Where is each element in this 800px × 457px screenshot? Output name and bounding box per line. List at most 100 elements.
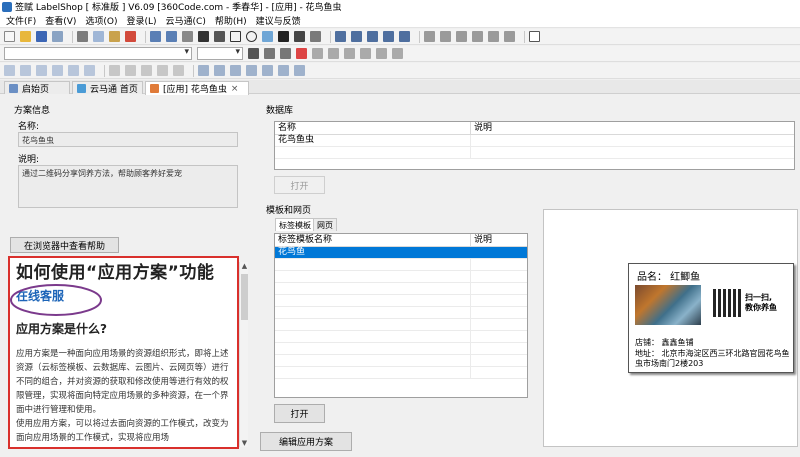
align-center-icon[interactable] bbox=[328, 48, 339, 59]
menu-login[interactable]: 登录(L) bbox=[127, 14, 157, 27]
zoom-fit-icon[interactable] bbox=[456, 31, 467, 42]
ellipse-tool-icon[interactable] bbox=[246, 31, 257, 42]
bold-icon[interactable] bbox=[248, 48, 259, 59]
print-icon[interactable] bbox=[52, 31, 63, 42]
zoom-in-icon[interactable] bbox=[424, 31, 435, 42]
online-service-highlight-oval bbox=[10, 284, 102, 316]
ungroup-icon[interactable] bbox=[246, 65, 257, 76]
view-help-in-browser-button[interactable]: 在浏览器中查看帮助 bbox=[10, 237, 119, 253]
open-folder-icon[interactable] bbox=[20, 31, 31, 42]
next-record-icon[interactable] bbox=[383, 31, 394, 42]
last-record-icon[interactable] bbox=[399, 31, 410, 42]
tab-close-icon[interactable]: × bbox=[231, 84, 239, 94]
cell-template-name: 花鸟鱼 bbox=[275, 247, 471, 258]
menu-help[interactable]: 帮助(H) bbox=[215, 14, 247, 27]
zoom-page-icon[interactable] bbox=[488, 31, 499, 42]
table-tool-icon[interactable] bbox=[310, 31, 321, 42]
tab-start-page[interactable]: 启始页 bbox=[4, 81, 70, 95]
same-height-icon[interactable] bbox=[157, 65, 168, 76]
zoom-out-icon[interactable] bbox=[440, 31, 451, 42]
column-header-desc[interactable]: 说明 bbox=[471, 234, 527, 246]
flip-icon[interactable] bbox=[294, 65, 305, 76]
line-tool-icon[interactable] bbox=[214, 31, 225, 42]
cut-icon[interactable] bbox=[77, 31, 88, 42]
valign-bottom-icon[interactable] bbox=[392, 48, 403, 59]
barcode-tool-icon[interactable] bbox=[278, 31, 289, 42]
zoom-100-icon[interactable] bbox=[472, 31, 483, 42]
menu-file[interactable]: 文件(F) bbox=[6, 14, 36, 27]
distribute-vertical-icon[interactable] bbox=[125, 65, 136, 76]
menu-options[interactable]: 选项(O) bbox=[85, 14, 117, 27]
templates-open-button[interactable]: 打开 bbox=[274, 404, 325, 423]
tab-app-plan[interactable]: [应用] 花鸟鱼虫 × bbox=[145, 81, 249, 95]
group-icon[interactable] bbox=[230, 65, 241, 76]
scroll-thumb[interactable] bbox=[241, 274, 248, 320]
send-back-icon[interactable] bbox=[214, 65, 225, 76]
align-objects-middle-icon[interactable] bbox=[68, 65, 79, 76]
menu-view[interactable]: 查看(V) bbox=[45, 14, 76, 27]
tab-cloud-home[interactable]: 云马通 首页 bbox=[72, 81, 143, 95]
qrcode-tool-icon[interactable] bbox=[294, 31, 305, 42]
save-icon[interactable] bbox=[36, 31, 47, 42]
align-left-icon[interactable] bbox=[312, 48, 323, 59]
text-color-icon[interactable] bbox=[296, 48, 307, 59]
rectangle-tool-icon[interactable] bbox=[230, 31, 241, 42]
align-justify-icon[interactable] bbox=[360, 48, 371, 59]
align-right-icon[interactable] bbox=[344, 48, 355, 59]
help-subtitle: 应用方案是什么? bbox=[16, 322, 107, 336]
tab-label: [应用] 花鸟鱼虫 bbox=[163, 85, 227, 95]
first-record-icon[interactable] bbox=[351, 31, 362, 42]
lock-icon[interactable] bbox=[262, 65, 273, 76]
copy-icon[interactable] bbox=[93, 31, 104, 42]
image-tool-icon[interactable] bbox=[262, 31, 273, 42]
subtab-web-pages[interactable]: 网页 bbox=[313, 218, 337, 231]
align-objects-right-icon[interactable] bbox=[36, 65, 47, 76]
prev-record-icon[interactable] bbox=[367, 31, 378, 42]
scroll-up-icon[interactable]: ▲ bbox=[240, 262, 249, 270]
menu-cloud[interactable]: 云马通(C) bbox=[166, 14, 206, 27]
column-header-name[interactable]: 名称 bbox=[275, 122, 471, 134]
plan-desc-field[interactable]: 通过二维码分享饲养方法，帮助顾客养好爱宠 bbox=[18, 165, 238, 208]
bring-front-icon[interactable] bbox=[198, 65, 209, 76]
table-row bbox=[275, 307, 527, 319]
underline-icon[interactable] bbox=[280, 48, 291, 59]
table-row[interactable]: 花鸟鱼虫 bbox=[275, 135, 794, 147]
edit-app-plan-button[interactable]: 编辑应用方案 bbox=[260, 432, 352, 451]
paste-icon[interactable] bbox=[109, 31, 120, 42]
table-row bbox=[275, 331, 527, 343]
help-paragraph-1: 应用方案是一种面向应用场景的资源组织形式，即将上述资源（云标签模板、云数据库、云… bbox=[16, 349, 229, 415]
same-size-icon[interactable] bbox=[173, 65, 184, 76]
column-header-template-name[interactable]: 标签模板名称 bbox=[275, 234, 471, 246]
help-scrollbar[interactable]: ▲ ▼ bbox=[239, 262, 248, 447]
align-objects-bottom-icon[interactable] bbox=[84, 65, 95, 76]
new-file-icon[interactable] bbox=[4, 31, 15, 42]
same-width-icon[interactable] bbox=[141, 65, 152, 76]
database-open-button[interactable]: 打开 bbox=[274, 176, 325, 194]
align-objects-center-icon[interactable] bbox=[20, 65, 31, 76]
delete-icon[interactable] bbox=[125, 31, 136, 42]
database-icon[interactable] bbox=[335, 31, 346, 42]
redo-icon[interactable] bbox=[166, 31, 177, 42]
italic-icon[interactable] bbox=[264, 48, 275, 59]
subtab-label-templates[interactable]: 标签模板 bbox=[275, 218, 315, 231]
align-objects-left-icon[interactable] bbox=[4, 65, 15, 76]
column-header-desc[interactable]: 说明 bbox=[471, 122, 794, 134]
rotate-icon[interactable] bbox=[278, 65, 289, 76]
database-group-label: 数据库 bbox=[266, 106, 294, 116]
undo-icon[interactable] bbox=[150, 31, 161, 42]
scroll-down-icon[interactable]: ▼ bbox=[240, 439, 249, 447]
font-size-select[interactable] bbox=[197, 47, 243, 60]
grid-icon[interactable] bbox=[504, 31, 515, 42]
table-row bbox=[275, 259, 527, 271]
table-row[interactable]: 花鸟鱼 bbox=[275, 247, 527, 259]
distribute-horizontal-icon[interactable] bbox=[109, 65, 120, 76]
menu-feedback[interactable]: 建议与反馈 bbox=[256, 14, 301, 27]
help-icon[interactable] bbox=[529, 31, 540, 42]
align-objects-top-icon[interactable] bbox=[52, 65, 63, 76]
text-tool-icon[interactable] bbox=[198, 31, 209, 42]
pointer-icon[interactable] bbox=[182, 31, 193, 42]
plan-name-field[interactable]: 花鸟鱼虫 bbox=[18, 132, 238, 147]
font-family-select[interactable] bbox=[4, 47, 192, 60]
label-address: 地址： 北京市海淀区西三环北路官园花鸟鱼虫市场南门2楼203 bbox=[635, 349, 790, 368]
valign-top-icon[interactable] bbox=[376, 48, 387, 59]
